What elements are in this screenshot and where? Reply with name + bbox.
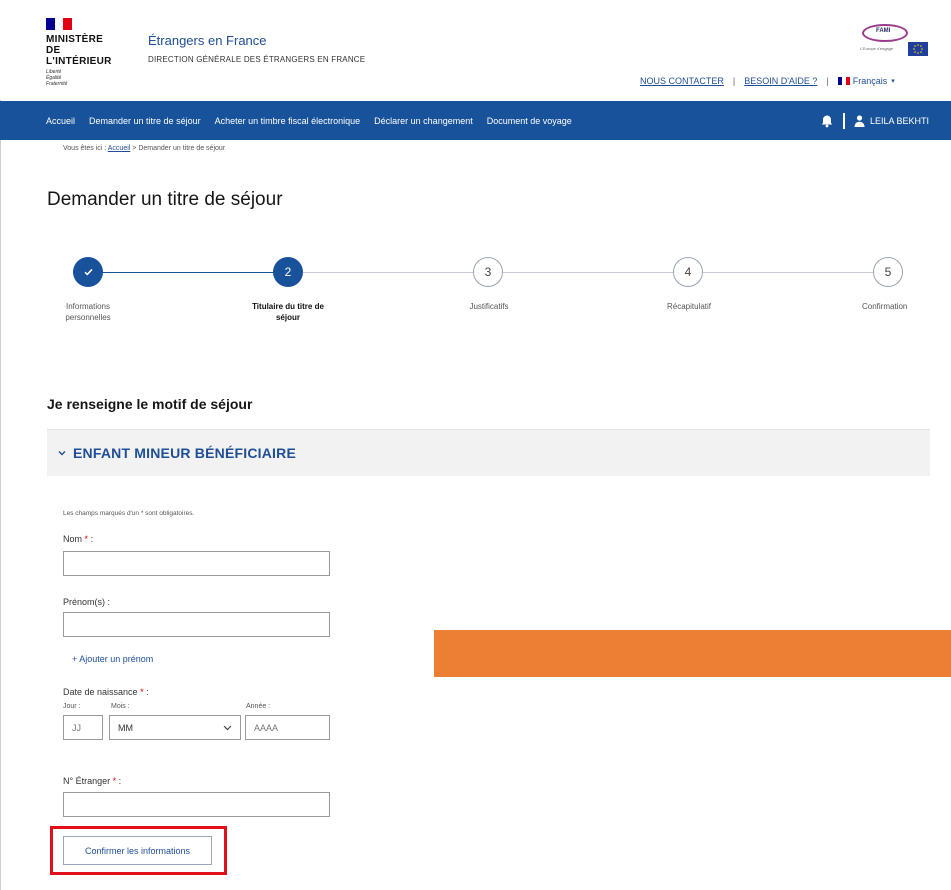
section-title: Je renseigne le motif de séjour: [47, 396, 253, 412]
nav-item-document-voyage[interactable]: Document de voyage: [487, 116, 572, 126]
label-colon: :: [90, 534, 94, 544]
eu-fund-logo: FAMI L'Europe s'engage: [860, 24, 932, 64]
ministry-logo[interactable]: MINISTÈRE DE L'INTÉRIEUR Liberté Égalité…: [46, 18, 126, 87]
french-flag-icon: [46, 18, 73, 30]
required-fields-note: Les champs marqués d'un * sont obligatoi…: [63, 510, 195, 517]
step-2-current: 2: [273, 257, 303, 287]
step-4-label: Récapitulatif: [666, 302, 712, 311]
annee-input[interactable]: [245, 715, 330, 740]
help-link[interactable]: BESOIN D'AIDE ?: [744, 76, 817, 86]
nav-user-area: LEILA BEKHTI: [820, 101, 929, 140]
french-flag-icon: [837, 77, 850, 85]
accordion-title: ENFANT MINEUR BÉNÉFICIAIRE: [73, 445, 296, 461]
site-header: MINISTÈRE DE L'INTÉRIEUR Liberté Égalité…: [0, 0, 951, 100]
step-1-label: Informations personnelles: [48, 301, 128, 323]
mois-select-value: MM: [118, 722, 133, 733]
motto-fraternite: Fraternité: [46, 81, 68, 87]
checkmark-icon: [83, 268, 93, 276]
step-5-label: Confirmation: [862, 302, 908, 311]
bell-icon[interactable]: [820, 114, 834, 128]
required-mark: *: [112, 776, 117, 786]
mois-label: Mois :: [111, 703, 130, 710]
step-3-label: Justificatifs: [469, 302, 509, 311]
chevron-down-icon: ▾: [891, 78, 895, 85]
breadcrumb-prefix: Vous êtes ici :: [63, 145, 107, 152]
chevron-down-icon: [223, 725, 232, 730]
step-1-label-line2: personnelles: [65, 313, 111, 322]
etranger-label: N° Étranger * :: [63, 776, 121, 786]
step-1-label-line1: Informations: [65, 302, 111, 311]
annee-label: Année :: [246, 703, 271, 710]
add-prenom-link[interactable]: + Ajouter un prénom: [72, 654, 153, 664]
step-2-label-line2: séjour: [275, 313, 300, 322]
user-name[interactable]: LEILA BEKHTI: [870, 116, 929, 126]
breadcrumb-separator: >: [132, 145, 137, 152]
breadcrumb: Vous êtes ici : Accueil > Demander un ti…: [63, 145, 225, 152]
nav-divider: [842, 112, 845, 129]
label-colon: :: [146, 687, 149, 697]
top-link-separator: |: [732, 76, 736, 86]
eu-flag-icon: [908, 42, 928, 56]
nom-label-text: Nom: [63, 534, 83, 544]
step-connector: [503, 272, 675, 273]
step-5: 5: [873, 257, 903, 287]
chevron-down-icon: [58, 451, 66, 456]
birth-date-label-text: Date de naissance: [63, 687, 138, 697]
prenom-label: Prénom(s) :: [63, 597, 111, 607]
step-connector: [703, 272, 875, 273]
step-2-label: Titulaire du titre de séjour: [232, 301, 344, 323]
language-selector[interactable]: Français ▾: [837, 76, 895, 86]
breadcrumb-home-link[interactable]: Accueil: [108, 145, 131, 152]
etranger-label-text: N° Étranger: [63, 776, 111, 786]
etranger-input[interactable]: [63, 792, 330, 817]
nav-item-declarer-changement[interactable]: Déclarer un changement: [374, 116, 473, 126]
logo-line-1: MINISTÈRE: [46, 34, 104, 45]
confirm-button[interactable]: Confirmer les informations: [63, 836, 212, 865]
jour-label: Jour :: [63, 703, 81, 710]
step-2-label-line1: Titulaire du titre de: [252, 302, 324, 311]
jour-input[interactable]: [63, 715, 103, 740]
nav-item-timbre-fiscal[interactable]: Acheter un timbre fiscal électronique: [215, 116, 361, 126]
breadcrumb-current: Demander un titre de séjour: [138, 145, 226, 152]
user-icon: [854, 114, 865, 127]
step-3: 3: [473, 257, 503, 287]
required-mark: *: [84, 534, 89, 544]
logo-line-2: DE L'INTÉRIEUR: [46, 45, 112, 67]
step-1-done: [73, 257, 103, 287]
fami-badge-text: FAMI: [876, 28, 891, 34]
top-link-separator: |: [826, 76, 829, 86]
nom-input[interactable]: [63, 551, 330, 576]
language-label: Français: [852, 76, 888, 86]
accordion-enfant-mineur[interactable]: ENFANT MINEUR BÉNÉFICIAIRE: [47, 429, 930, 476]
eu-caption: L'Europe s'engage: [860, 46, 894, 51]
nom-label: Nom * :: [63, 534, 93, 544]
main-nav: Accueil Demander un titre de séjour Ache…: [0, 101, 951, 140]
nav-item-accueil[interactable]: Accueil: [46, 116, 75, 126]
step-connector: [87, 272, 285, 273]
step-4: 4: [673, 257, 703, 287]
prenom-input[interactable]: [63, 612, 330, 637]
birth-date-label: Date de naissance * :: [63, 687, 149, 697]
mois-select[interactable]: MM: [109, 715, 241, 740]
required-mark: *: [140, 687, 144, 697]
label-colon: :: [118, 776, 122, 786]
nav-item-demander-titre[interactable]: Demander un titre de séjour: [89, 116, 201, 126]
site-title[interactable]: Étrangers en France: [148, 33, 267, 48]
step-connector: [303, 272, 475, 273]
contact-link[interactable]: NOUS CONTACTER: [640, 76, 724, 86]
page-title: Demander un titre de séjour: [47, 189, 283, 210]
orange-banner: [434, 630, 951, 677]
site-subtitle: DIRECTION GÉNÉRALE DES ÉTRANGERS EN FRAN…: [148, 55, 366, 64]
top-links: NOUS CONTACTER | BESOIN D'AIDE ? | Franç…: [640, 76, 895, 86]
